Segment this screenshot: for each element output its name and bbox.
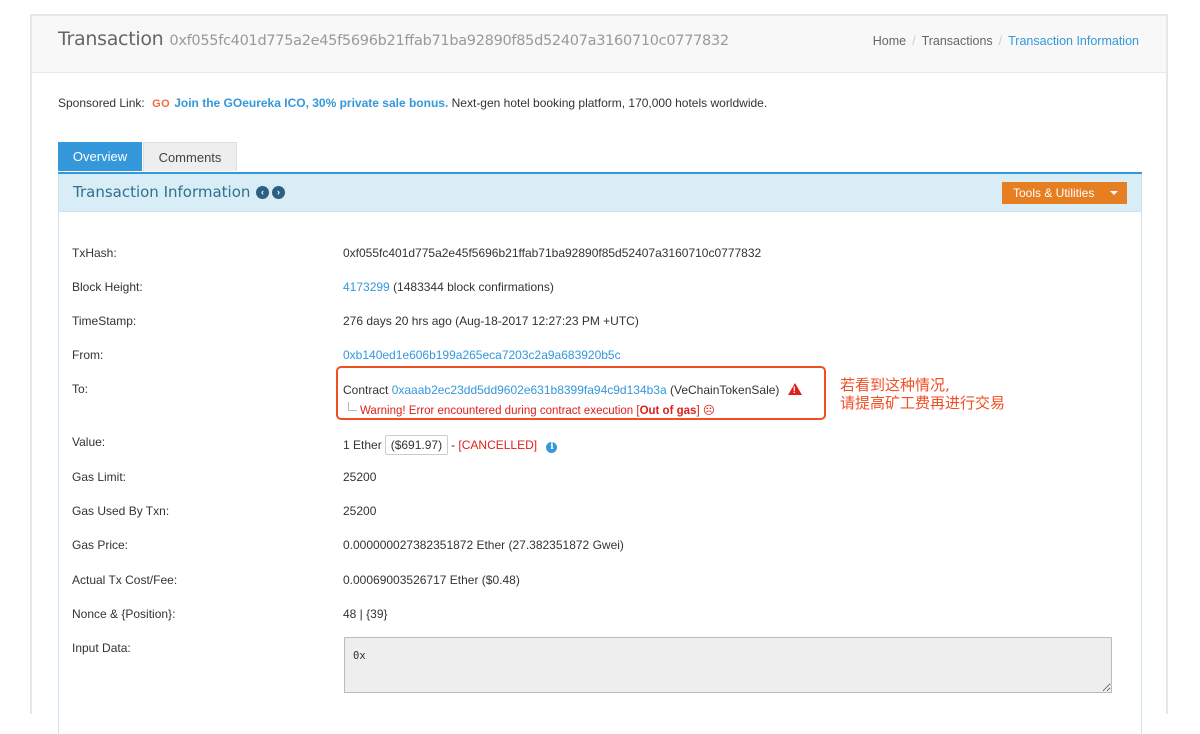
tools-utilities-button[interactable]: Tools & Utilities xyxy=(1002,182,1127,204)
sponsored-link: Sponsored Link: GO Join the GOeureka ICO,… xyxy=(58,96,767,110)
from-address-link[interactable]: 0xb140ed1e606b199a265eca7203c2a9a683920b… xyxy=(343,348,621,362)
timestamp-label: TimeStamp: xyxy=(72,314,137,328)
breadcrumb-home[interactable]: Home xyxy=(873,34,906,48)
txhash-label: TxHash: xyxy=(72,246,117,260)
gas-used-label: Gas Used By Txn: xyxy=(72,504,170,518)
to-label: To: xyxy=(72,382,89,396)
chevron-right-circle-icon[interactable]: › xyxy=(272,186,285,199)
page-title-hash: 0xf055fc401d775a2e45f5696b21ffab71ba9289… xyxy=(169,33,729,49)
value-label: Value: xyxy=(72,435,106,449)
page-title-text: Transaction xyxy=(58,28,164,50)
tx-fee-label: Actual Tx Cost/Fee: xyxy=(72,573,178,587)
chevron-left-circle-icon[interactable]: ‹ xyxy=(256,186,269,199)
gas-price-label: Gas Price: xyxy=(72,538,129,552)
gas-price-value: 0.000000027382351872 Ether (27.382351872… xyxy=(343,538,624,552)
sponsor-link[interactable]: Join the GOeureka ICO, 30% private sale … xyxy=(174,96,448,110)
from-value: 0xb140ed1e606b199a265eca7203c2a9a683920b… xyxy=(343,348,621,362)
block-confirmations: (1483344 block confirmations) xyxy=(393,280,554,294)
annotation-line-2: 请提高矿工费再进行交易 xyxy=(840,394,1006,412)
nonce-label: Nonce & {Position}: xyxy=(72,607,176,621)
gas-limit-value: 25200 xyxy=(343,470,377,484)
timestamp-value: 276 days 20 hrs ago (Aug-18-2017 12:27:2… xyxy=(343,314,639,328)
nonce-value: 48 | {39} xyxy=(343,607,388,621)
input-data-field[interactable]: 0x xyxy=(344,637,1112,693)
goeureka-logo-icon: GO xyxy=(152,98,171,110)
txhash-value: 0xf055fc401d775a2e45f5696b21ffab71ba9289… xyxy=(343,246,762,260)
breadcrumb-separator: / xyxy=(998,34,1003,48)
breadcrumb-transactions[interactable]: Transactions xyxy=(922,34,993,48)
page-container: Transaction 0xf055fc401d775a2e45f5696b21f… xyxy=(30,14,1168,734)
tools-utilities-label: Tools & Utilities xyxy=(1013,186,1095,200)
breadcrumb-current: Transaction Information xyxy=(1008,34,1139,48)
tx-fee-value: 0.00069003526717 Ether ($0.48) xyxy=(343,573,520,587)
tab-bar: Overview Comments xyxy=(58,142,1142,174)
gas-limit-label: Gas Limit: xyxy=(72,470,127,484)
panel-heading: Transaction Information ‹ › Tools & Utili… xyxy=(59,174,1141,212)
caret-down-icon xyxy=(1110,191,1118,195)
annotation-note: 若看到这种情况, 请提高矿工费再进行交易 xyxy=(840,376,1005,412)
tx-navigation: ‹ › xyxy=(256,186,288,200)
gas-used-value: 25200 xyxy=(343,504,377,518)
breadcrumb: Home / Transactions / Transaction Informatio… xyxy=(873,34,1139,48)
page-header: Transaction 0xf055fc401d775a2e45f5696b21f… xyxy=(32,16,1166,73)
panel-title: Transaction Information xyxy=(73,183,251,201)
info-icon[interactable]: i xyxy=(546,442,558,453)
tab-overview[interactable]: Overview xyxy=(58,142,142,171)
sponsor-prefix: Sponsored Link: xyxy=(58,96,145,110)
highlight-box xyxy=(336,366,826,420)
breadcrumb-separator: / xyxy=(912,34,916,48)
value-amount: 1 Ether xyxy=(343,438,382,452)
tab-comments[interactable]: Comments xyxy=(143,142,237,171)
annotation-line-1: 若看到这种情况, xyxy=(840,376,950,394)
value-dash: - xyxy=(451,438,456,452)
block-height-label: Block Height: xyxy=(72,280,143,294)
value-status: [CANCELLED] xyxy=(458,438,538,452)
value-usd: ($691.97) xyxy=(384,435,449,455)
block-height-value: 4173299 (1483344 block confirmations) xyxy=(343,280,554,294)
from-label: From: xyxy=(72,348,104,362)
block-link[interactable]: 4173299 xyxy=(343,280,390,294)
sponsor-description: Next-gen hotel booking platform, 170,000… xyxy=(451,96,768,110)
value-value: 1 Ether ($691.97) - [CANCELLED] i xyxy=(343,435,558,455)
page-title: Transaction 0xf055fc401d775a2e45f5696b21f… xyxy=(58,28,729,50)
input-data-label: Input Data: xyxy=(72,641,131,655)
